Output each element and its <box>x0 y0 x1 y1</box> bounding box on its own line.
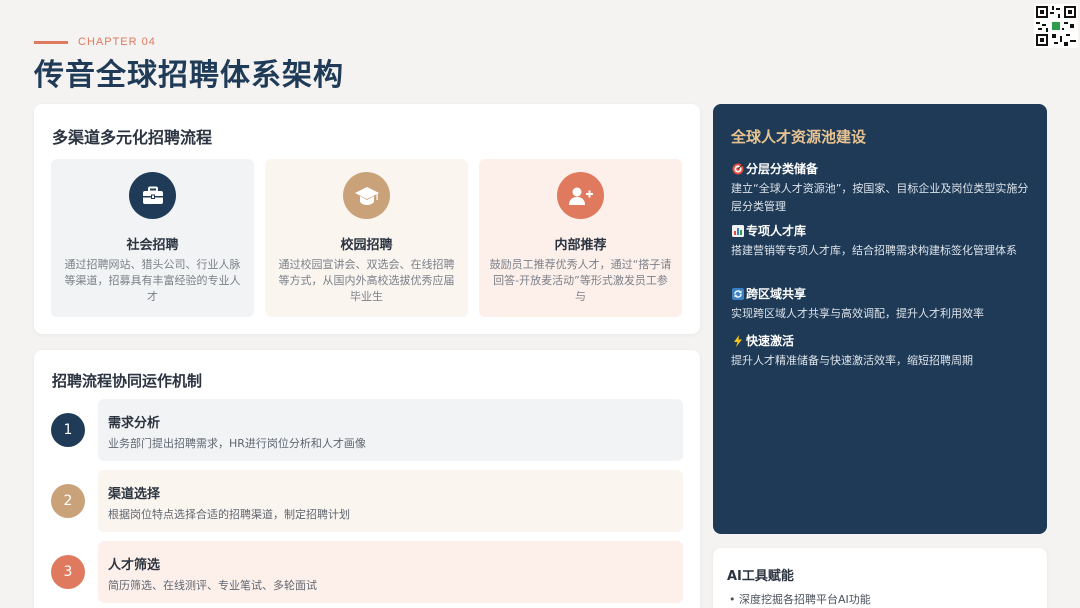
step-desc: 业务部门提出招聘需求，HR进行岗位分析和人才画像 <box>108 437 366 450</box>
channel-internal-referral[interactable]: 内部推荐 鼓励员工推荐优秀人才，通过“搭子请回答-开放麦活动”等形式激发员工参与 <box>479 159 682 317</box>
pool-item-title: 专项人才库 <box>746 224 807 238</box>
chapter-label: CHAPTER 04 <box>78 36 156 48</box>
pool-item-title: 快速激活 <box>746 334 795 348</box>
bar-chart-icon <box>731 224 744 237</box>
channel-desc: 通过校园宣讲会、双选会、在线招聘等方式，从国内外高校选拔优秀应届毕业生 <box>278 258 455 303</box>
step-desc: 根据岗位特点选择合适的招聘渠道，制定招聘计划 <box>108 508 350 521</box>
channels-title: 多渠道多元化招聘流程 <box>52 128 213 147</box>
pool-item-specialized-library: 专项人才库 搭建营销等专项人才库，结合招聘需求构建标签化管理体系 <box>731 222 1035 260</box>
step-title: 需求分析 <box>108 416 161 431</box>
process-step-channel-selection[interactable]: 渠道选择 根据岗位特点选择合适的招聘渠道，制定招聘计划 <box>98 470 683 532</box>
lightning-icon <box>731 334 744 347</box>
channel-desc: 鼓励员工推荐优秀人才，通过“搭子请回答-开放麦活动”等形式激发员工参与 <box>489 258 672 303</box>
step-number: 1 <box>51 413 85 447</box>
pool-item-desc: 建立“全球人才资源池”，按国家、目标企业及岗位类型实施分层分类管理 <box>731 182 1029 213</box>
pool-item-desc: 实现跨区域人才共享与高效调配，提升人才利用效率 <box>731 307 984 320</box>
pool-item-cross-region-sharing: 跨区域共享 实现跨区域人才共享与高效调配，提升人才利用效率 <box>731 285 1035 323</box>
pool-item-tiered-reserve: 分层分类储备 建立“全球人才资源池”，按国家、目标企业及岗位类型实施分层分类管理 <box>731 160 1035 216</box>
pool-item-desc: 提升人才精准储备与快速激活效率，缩短招聘周期 <box>731 354 973 367</box>
ai-tools-card: AI工具赋能 • 深度挖掘各招聘平台AI功能 <box>713 548 1047 608</box>
step-title: 人才筛选 <box>108 558 161 573</box>
pool-title: 全球人才资源池建设 <box>731 128 867 146</box>
qr-code-icon[interactable] <box>1034 4 1078 48</box>
step-number: 3 <box>51 555 85 589</box>
process-card: 招聘流程协同运作机制 1 需求分析 业务部门提出招聘需求，HR进行岗位分析和人才… <box>34 350 700 608</box>
channel-social-recruiting[interactable]: 社会招聘 通过招聘网站、猎头公司、行业人脉等渠道，招募具有丰富经验的专业人才 <box>51 159 254 317</box>
channel-name: 校园招聘 <box>340 238 393 253</box>
target-icon <box>731 162 744 175</box>
pool-item-title: 分层分类储备 <box>746 162 819 176</box>
ai-list-item: • 深度挖掘各招聘平台AI功能 <box>729 593 871 606</box>
refresh-icon <box>731 287 744 300</box>
page-title: 传音全球招聘体系架构 <box>34 58 344 93</box>
pool-item-rapid-activation: 快速激活 提升人才精准储备与快速激活效率，缩短招聘周期 <box>731 332 1035 370</box>
channel-name: 内部推荐 <box>554 238 607 253</box>
talent-pool-panel: 全球人才资源池建设 分层分类储备 建立“全球人才资源池”，按国家、目标企业及岗位… <box>713 104 1047 534</box>
step-desc: 简历筛选、在线测评、专业笔试、多轮面试 <box>108 579 317 592</box>
ai-item-text: 深度挖掘各招聘平台AI功能 <box>739 593 871 606</box>
step-number: 2 <box>51 484 85 518</box>
step-title: 渠道选择 <box>108 487 161 502</box>
chapter-accent-line <box>34 40 68 44</box>
pool-item-desc: 搭建营销等专项人才库，结合招聘需求构建标签化管理体系 <box>731 244 1017 257</box>
process-step-talent-screening[interactable]: 人才筛选 简历筛选、在线测评、专业笔试、多轮面试 <box>98 541 683 603</box>
pool-item-title: 跨区域共享 <box>746 287 807 301</box>
graduation-cap-icon <box>343 172 390 219</box>
channel-name: 社会招聘 <box>126 238 179 253</box>
channel-desc: 通过招聘网站、猎头公司、行业人脉等渠道，招募具有丰富经验的专业人才 <box>64 258 241 303</box>
chapter-heading: CHAPTER 04 <box>34 36 156 48</box>
process-title: 招聘流程协同运作机制 <box>52 372 203 390</box>
user-plus-icon <box>557 172 604 219</box>
process-step-demand-analysis[interactable]: 需求分析 业务部门提出招聘需求，HR进行岗位分析和人才画像 <box>98 399 683 461</box>
briefcase-icon <box>129 172 176 219</box>
channels-card: 多渠道多元化招聘流程 社会招聘 通过招聘网站、猎头公司、行业人脉等渠道，招募具有… <box>34 104 700 334</box>
channel-campus-recruiting[interactable]: 校园招聘 通过校园宣讲会、双选会、在线招聘等方式，从国内外高校选拔优秀应届毕业生 <box>265 159 468 317</box>
ai-title: AI工具赋能 <box>727 569 794 584</box>
